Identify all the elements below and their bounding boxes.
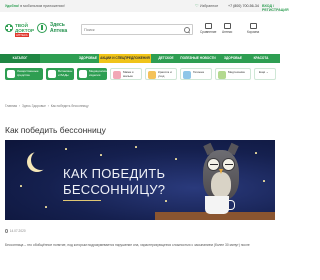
hygiene-icon [183,71,191,79]
compare-label: Сравнение [200,30,217,34]
owl-eye [222,158,235,171]
page-title: Как победить бессонницу [5,125,106,135]
device-icon [79,70,87,78]
category-beauty[interactable]: Красота и уход [145,68,177,80]
pharmacy-icon [37,23,47,33]
search-input[interactable] [84,26,179,34]
category-hygiene[interactable]: Гигиена [180,68,212,80]
star-icon [135,146,137,148]
nav-item-kids[interactable]: ДЕТСКОЕ [155,54,177,63]
main-nav: КАТАЛОГ ЗДОРОВЬЕ АКЦИИ И СПЕЦПРЕДЛОЖЕНИЯ… [0,54,280,63]
chevron-down-icon: ⌄ [265,70,269,74]
category-mother-baby[interactable]: Мама и малыш [110,68,142,80]
star-icon [45,206,47,208]
search-icon[interactable] [181,25,192,35]
vitamin-icon [48,70,56,78]
category-vitamins[interactable]: Витамины и БАДы [46,68,74,80]
top-bar: Удобно! в мобильном приложении! ♡ Избран… [0,0,289,12]
owl-eye [207,158,220,171]
promo-text: в мобильном приложении! [19,4,65,8]
favorites-label: Избранное [200,4,219,8]
category-label: Гигиена [193,70,204,74]
compare-icon [204,23,212,29]
category-bar: Лекарственные средства Витамины и БАДы М… [0,66,280,82]
phone-number[interactable]: +7 (800) 700-56-34 [228,4,259,8]
breadcrumb: Главная › Здесь Здоровье › Как победить … [5,104,89,108]
cart-icon [249,23,257,29]
nav-item-beauty[interactable]: КРАСОТА [248,54,274,63]
baby-icon [113,71,121,79]
nav-item-sale[interactable]: АКЦИИ И СПЕЦПРЕДЛОЖЕНИЯ [99,54,151,63]
compare-button[interactable]: Сравнение [200,23,216,34]
owl-illustration [201,142,241,200]
promo-bold: Удобно! [5,4,20,8]
cross-icon [5,24,13,32]
article-intro: Бессонница – это обобщённое понятие, под… [5,243,250,247]
star-icon [65,148,67,150]
category-label: Красота и уход [158,70,172,78]
cart-label: Корзина [247,30,260,34]
star-icon [20,185,22,187]
banner-divider [63,200,101,201]
logo-badge: АПТЕКА [15,33,29,37]
category-devices[interactable]: Медицинские изделия [77,68,108,80]
logo2-line2: Аптека [50,27,68,34]
mug-icon [205,196,235,214]
nav-item-health-2[interactable]: ЗДОРОВЬЕ [222,54,244,63]
medicine-icon [7,70,15,78]
moon-icon [31,150,51,170]
category-more[interactable]: Ещё ⌄ [254,68,276,80]
star-icon [175,158,177,160]
category-medtech[interactable]: Медтехника [215,68,251,80]
breadcrumb-section[interactable]: Здесь Здоровье [22,104,46,108]
category-label: Витамины и БАДы [58,69,73,77]
login-link[interactable]: ВХОД / РЕГИСТРАЦИЯ [262,4,289,12]
zdes-apteka-logo[interactable]: Здесь Аптека [37,22,73,38]
category-medicine[interactable]: Лекарственные средства [5,68,43,80]
cart-button[interactable]: Корзина [247,23,259,34]
nav-catalog[interactable]: КАТАЛОГ [0,54,40,63]
star-icon [263,180,265,182]
nav-item-health[interactable]: ЗДОРОВЬЕ [78,54,98,63]
category-label: Медтехника [228,70,245,74]
breadcrumb-current: Как победить бессонницу [50,104,89,108]
beauty-icon [148,71,156,79]
app-promo[interactable]: Удобно! в мобильном приложении! [5,4,65,8]
clock-icon [5,229,9,233]
search-box [81,24,193,35]
category-label: Мама и малыш [123,70,134,78]
pill-icon [223,23,231,29]
star-icon [165,200,167,202]
article-banner: КАК ПОБЕДИТЬ БЕССОННИЦУ? [5,140,275,220]
favorites-link[interactable]: ♡ Избранное [195,3,219,9]
tech-icon [218,71,226,79]
nav-item-news[interactable]: ПОЛЕЗНЫЕ НОВОСТИ [180,54,216,63]
pharmacies-button[interactable]: Аптеки [222,23,232,34]
breadcrumb-home[interactable]: Главная [5,104,17,108]
article-date: 14.07.2020 [5,229,26,233]
article-date-text: 14.07.2020 [9,229,26,233]
star-icon [100,154,102,156]
tvoy-doktor-logo[interactable]: ТВОЙ ДОКТОР АПТЕКА [5,22,34,38]
category-label: Медицинские изделия [89,69,108,77]
star-icon [255,152,257,154]
banner-title: КАК ПОБЕДИТЬ БЕССОННИЦУ? [63,166,166,197]
category-label: Лекарственные средства [17,69,39,77]
pharmacies-label: Аптеки [222,30,233,34]
heart-icon: ♡ [195,3,199,8]
